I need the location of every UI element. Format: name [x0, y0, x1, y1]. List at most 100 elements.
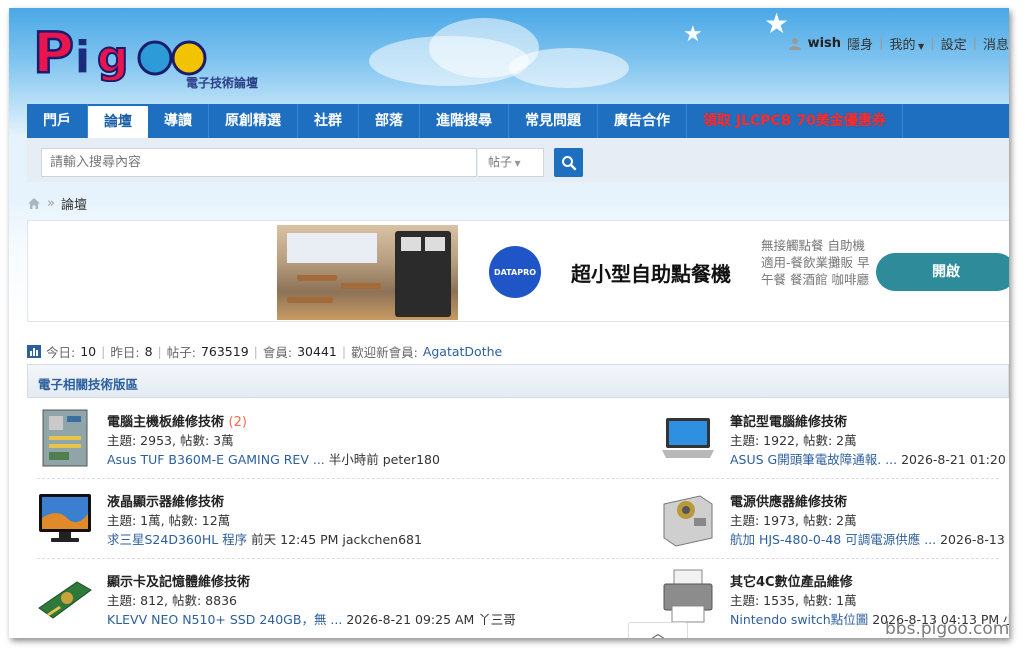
browser-page: ★ ★ P i g 電子技術論壇 wish 隱身 | 我的 ▼ | 設定 | 消…	[9, 8, 1009, 638]
home-icon[interactable]	[27, 197, 41, 210]
forum-name: 顯示卡及記憶體維修技術	[107, 575, 251, 590]
last-post-link[interactable]: 求三星S24D360HL 程序	[107, 532, 247, 547]
divider: |	[930, 36, 935, 51]
breadcrumb: » 論壇	[27, 194, 87, 213]
user-menu: wish 隱身 | 我的 ▼ | 設定 | 消息	[788, 34, 1009, 53]
forum-name: 筆記型電腦維修技術	[730, 415, 848, 430]
nav-item-community[interactable]: 社群	[298, 104, 359, 138]
table-decoration	[287, 297, 333, 303]
forum-stats-line: 主題: 812, 帖數: 8836	[107, 593, 237, 608]
last-post-link[interactable]: KLEVV NEO N510+ SSD 240GB，無 ...	[107, 612, 342, 627]
last-post-meta: 2026-8-13 09	[940, 532, 1009, 547]
today-count: 10	[80, 344, 97, 359]
nav-item-advertising[interactable]: 廣告合作	[598, 104, 687, 138]
forum-stats-line: 主題: 1萬, 帖數: 12萬	[107, 513, 231, 528]
last-post: KLEVV NEO N510+ SSD 240GB，無 ... 2026-8-2…	[107, 609, 516, 628]
user-icon	[788, 37, 801, 50]
monitor-icon[interactable]	[37, 488, 93, 548]
forum-item: 筆記型電腦維修技術 主題: 1922, 帖數: 2萬 ASUS G開頭筆電故障通…	[650, 398, 1009, 478]
my-menu-link[interactable]: 我的 ▼	[889, 34, 924, 53]
last-post-link[interactable]: Nintendo switch點位圖	[730, 612, 868, 627]
section-header[interactable]: 電子相關技術版區	[27, 364, 1009, 398]
ad-description: 無接觸點餐 自助機適用-餐飲業攤販 早午餐 餐酒館 咖啡廳	[761, 238, 870, 287]
svg-text:g: g	[97, 32, 129, 82]
nav-item-faq[interactable]: 常見問題	[509, 104, 598, 138]
forum-name: 電源供應器維修技術	[730, 495, 848, 510]
forum-stats-line: 主題: 1535, 帖數: 1萬	[730, 593, 857, 608]
search-button[interactable]	[554, 148, 583, 177]
forum-title-link[interactable]: 其它4C數位產品維修	[730, 571, 853, 590]
last-post-meta: 2026-8-21 01:20 PM	[901, 452, 1009, 467]
settings-link[interactable]: 設定	[941, 34, 967, 53]
forum-title-link[interactable]: 液晶顯示器維修技術	[107, 491, 224, 510]
nav-item-jlcpcb-promo[interactable]: 領取 JLCPCB 70美金優惠券	[687, 104, 903, 138]
last-post-link[interactable]: 航加 HJS-480-0-48 可調電源供應 ...	[730, 532, 936, 547]
last-post-meta: 2026-8-21 09:25 AM 丫三哥	[346, 612, 516, 627]
svg-text:P: P	[33, 21, 74, 82]
search-bar: 請輸入搜尋內容 帖子 ▼	[27, 138, 1009, 182]
search-input[interactable]: 請輸入搜尋內容	[41, 148, 477, 177]
nav-item-forum[interactable]: 論壇	[88, 106, 148, 138]
last-post-link[interactable]: ASUS G開頭筆電故障通報. ...	[730, 452, 897, 467]
site-logo[interactable]: P i g	[31, 18, 211, 87]
site-subtitle: 電子技術論壇	[186, 76, 259, 90]
forum-list: 電腦主機板維修技術 (2) 主題: 2953, 帖數: 3萬 Asus TUF …	[27, 398, 1009, 638]
new-member-link[interactable]: AgatatDothe	[423, 344, 502, 359]
search-type-select[interactable]: 帖子 ▼	[478, 148, 544, 177]
posts-count: 763519	[200, 344, 249, 359]
caret-down-icon: ▼	[915, 42, 925, 51]
scroll-to-top-button[interactable]: ︿	[628, 622, 688, 638]
username-link[interactable]: wish	[808, 36, 841, 51]
forum-title-link[interactable]: 電腦主機板維修技術 (2)	[107, 411, 247, 430]
last-post: ASUS G開頭筆電故障通報. ... 2026-8-21 01:20 PM	[730, 449, 1009, 468]
kiosk-photo	[277, 225, 458, 320]
datapro-logo: DATAPRO	[489, 246, 541, 298]
advertisement-banner[interactable]: DATAPRO 超小型自助點餐機 無接觸點餐 自助機適用-餐飲業攤販 早午餐 餐…	[27, 220, 1009, 322]
breadcrumb-current[interactable]: 論壇	[61, 194, 87, 213]
members-count: 30441	[297, 344, 337, 359]
last-post: 航加 HJS-480-0-48 可調電源供應 ... 2026-8-13 09	[730, 529, 1009, 548]
nav-item-guide[interactable]: 導讀	[148, 104, 209, 138]
forum-name: 電腦主機板維修技術	[107, 415, 225, 430]
yesterday-label: 昨日:	[110, 345, 140, 360]
forum-title-link[interactable]: 電源供應器維修技術	[730, 491, 847, 510]
divider: |	[879, 36, 884, 51]
forum-stats-line: 主題: 1922, 帖數: 2萬	[730, 433, 857, 448]
welcome-label: 歡迎新會員:	[351, 345, 418, 360]
divider: |	[341, 344, 347, 359]
last-post: 求三星S24D360HL 程序 前天 12:45 PM jackchen681	[107, 529, 422, 548]
nav-item-blog[interactable]: 部落	[359, 104, 420, 138]
laptop-icon[interactable]	[660, 408, 716, 468]
graphics-card-icon[interactable]	[37, 568, 93, 628]
forum-stats: 今日: 10 | 昨日: 8 | 帖子: 763519 | 會員: 30441 …	[27, 342, 502, 361]
kiosk-machine	[395, 231, 451, 317]
posts-label: 帖子:	[166, 345, 196, 360]
motherboard-icon[interactable]	[37, 408, 93, 468]
star-decoration: ★	[683, 22, 703, 47]
yesterday-count: 8	[144, 344, 153, 359]
forum-stats-line: 主題: 1973, 帖數: 2萬	[730, 513, 857, 528]
forum-item: 顯示卡及記憶體維修技術 主題: 812, 帖數: 8836 KLEVV NEO …	[27, 558, 517, 638]
window-decoration	[287, 233, 377, 263]
invisible-status-link[interactable]: 隱身	[847, 34, 873, 53]
forum-title-link[interactable]: 筆記型電腦維修技術	[730, 411, 847, 430]
power-supply-icon[interactable]	[660, 488, 716, 548]
last-post: Asus TUF B360M-E GAMING REV ... 半小時前 pet…	[107, 449, 440, 468]
new-post-count: (2)	[228, 415, 247, 430]
kiosk-screen	[401, 237, 421, 251]
ad-open-button[interactable]: 開啟	[876, 253, 1009, 291]
table-decoration	[297, 275, 337, 281]
printer-icon[interactable]	[660, 568, 716, 628]
search-icon	[561, 155, 576, 170]
messages-link[interactable]: 消息	[983, 34, 1009, 53]
nav-item-featured[interactable]: 原創精選	[209, 104, 298, 138]
forum-item: 電腦主機板維修技術 (2) 主題: 2953, 帖數: 3萬 Asus TUF …	[27, 398, 517, 478]
forum-item: 液晶顯示器維修技術 主題: 1萬, 帖數: 12萬 求三星S24D360HL 程…	[27, 478, 517, 558]
nav-item-portal[interactable]: 門戶	[27, 104, 88, 138]
nav-item-advanced-search[interactable]: 進階搜尋	[420, 104, 509, 138]
kiosk-screen	[425, 237, 445, 251]
last-post-link[interactable]: Asus TUF B360M-E GAMING REV ...	[107, 452, 325, 467]
forum-item: 電源供應器維修技術 主題: 1973, 帖數: 2萬 航加 HJS-480-0-…	[650, 478, 1009, 558]
forum-title-link[interactable]: 顯示卡及記憶體維修技術	[107, 571, 250, 590]
star-decoration: ★	[764, 8, 790, 40]
